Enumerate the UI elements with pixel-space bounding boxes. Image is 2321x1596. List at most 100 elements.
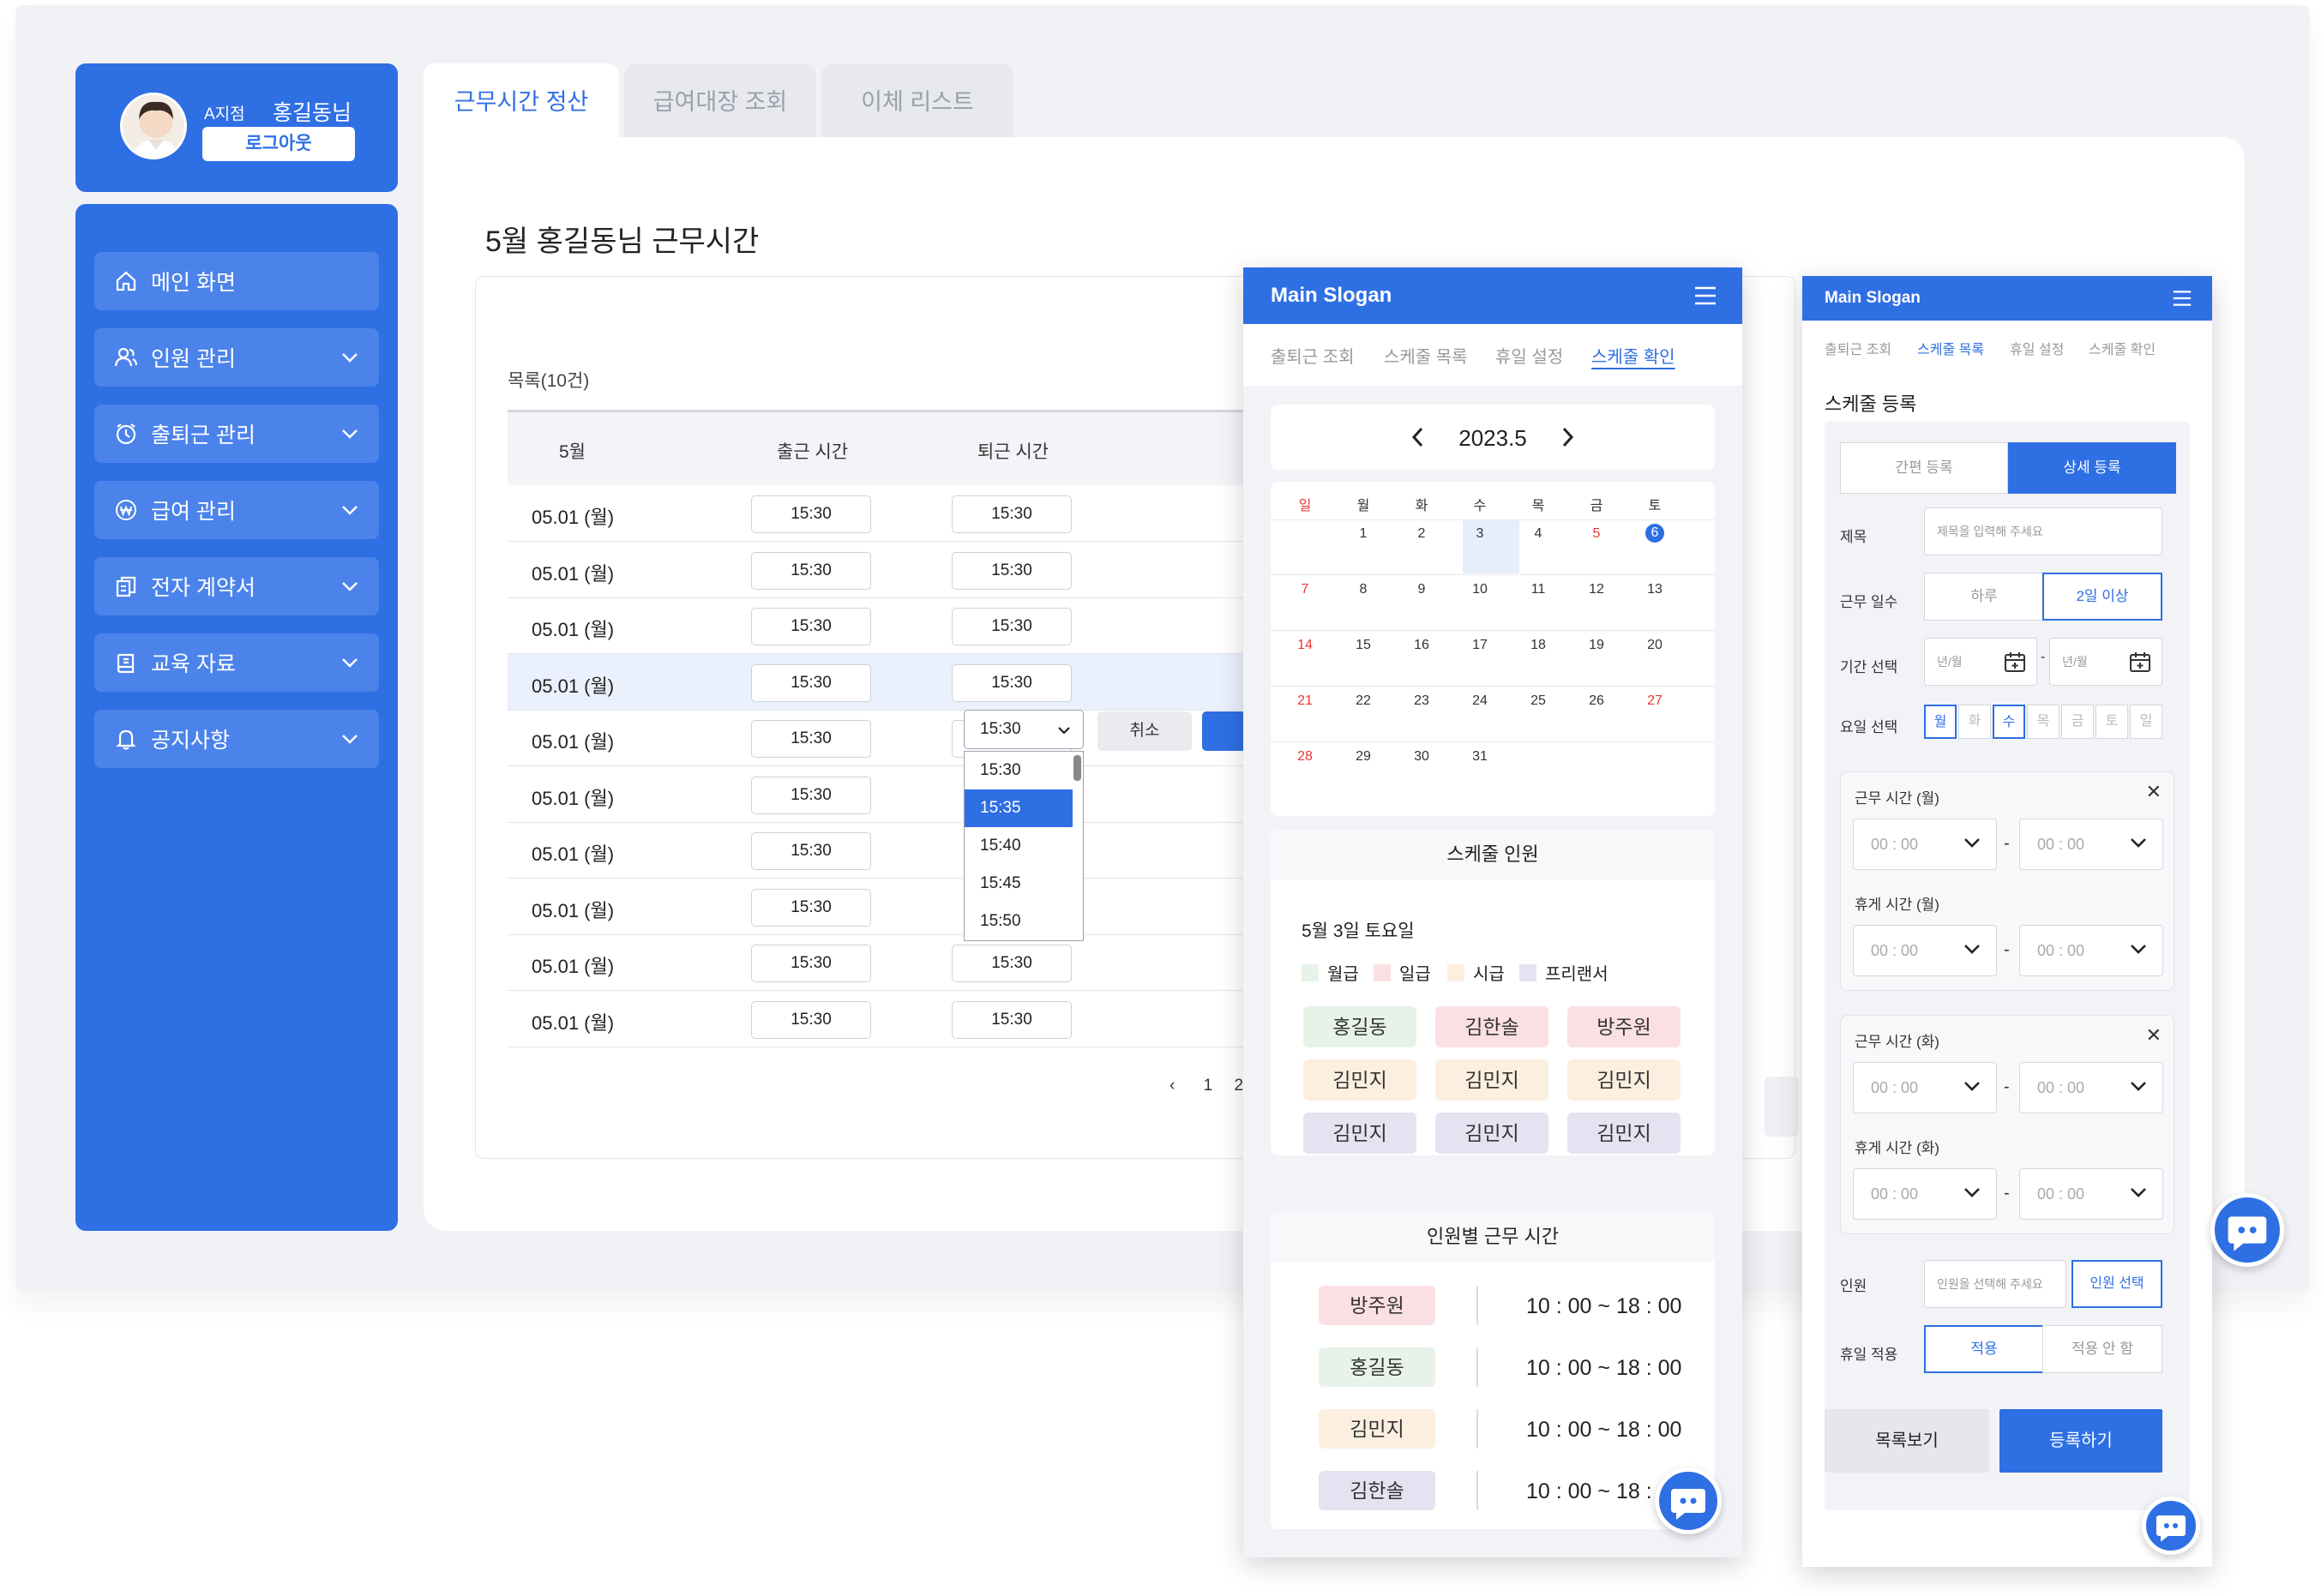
period-start-input[interactable]: 년/월 xyxy=(1924,638,2037,686)
holiday-skip-option[interactable]: 적용 안 함 xyxy=(2042,1325,2162,1373)
calendar-day[interactable]: 17 xyxy=(1454,638,1506,653)
staff-chip[interactable]: 홍길동 xyxy=(1303,1006,1416,1047)
calendar-day[interactable]: 10 xyxy=(1454,582,1506,597)
calendar-day[interactable]: 1 xyxy=(1338,526,1389,542)
staff-chip[interactable]: 김민지 xyxy=(1303,1059,1416,1101)
tab-holiday[interactable]: 휴일 설정 xyxy=(1495,343,1563,368)
tab-worktime-settlement[interactable]: 근무시간 정산 xyxy=(424,63,619,141)
dropdown-option[interactable]: 15:50 xyxy=(965,903,1073,940)
calendar-day[interactable]: 18 xyxy=(1512,638,1564,653)
calendar-day[interactable]: 3 xyxy=(1454,526,1506,542)
in-time-input[interactable]: 15:30 xyxy=(751,888,871,927)
period-end-input[interactable]: 년/월 xyxy=(2049,638,2162,686)
sidebar-item-staff[interactable]: 인원 관리 xyxy=(94,328,379,387)
out-time-input[interactable]: 15:30 xyxy=(952,495,1072,533)
staff-select-button[interactable]: 인원 선택 xyxy=(2071,1260,2162,1308)
tab-transfer-list[interactable]: 이체 리스트 xyxy=(821,63,1013,141)
simple-register-tab[interactable]: 간편 등록 xyxy=(1840,442,2008,494)
sidebar-item-education[interactable]: 교육 자료 xyxy=(94,633,379,692)
scrollbar[interactable] xyxy=(1073,755,1081,781)
calendar-day[interactable]: 14 xyxy=(1279,638,1331,653)
calendar-day[interactable]: 30 xyxy=(1396,749,1447,765)
out-time-input[interactable]: 15:30 xyxy=(952,1000,1072,1039)
in-time-input[interactable]: 15:30 xyxy=(751,495,871,533)
calendar-day[interactable]: 8 xyxy=(1338,582,1389,597)
weekday-sun[interactable]: 일 xyxy=(2130,705,2162,739)
calendar-day[interactable]: 4 xyxy=(1512,526,1564,542)
in-time-input[interactable]: 15:30 xyxy=(751,832,871,870)
submit-button[interactable]: 등록하기 xyxy=(1999,1409,2162,1473)
dropdown-option[interactable]: 15:30 xyxy=(965,752,1073,789)
work-end-select[interactable]: 00 : 00 xyxy=(2019,819,2163,870)
tab-attendance[interactable]: 출퇴근 조회 xyxy=(1271,343,1355,368)
calendar-day[interactable]: 22 xyxy=(1338,693,1389,709)
weekday-thu[interactable]: 목 xyxy=(2027,705,2059,739)
sidebar-item-main[interactable]: 메인 화면 xyxy=(94,252,379,310)
confirm-button[interactable] xyxy=(1202,711,1245,751)
time-select[interactable]: 15:30 xyxy=(964,710,1084,749)
staff-chip[interactable]: 김민지 xyxy=(1567,1113,1681,1154)
work-start-select[interactable]: 00 : 00 xyxy=(1853,1062,1997,1113)
in-time-input[interactable]: 15:30 xyxy=(751,945,871,982)
weekday-tue[interactable]: 화 xyxy=(1958,705,1991,739)
calendar-day-today[interactable]: 6 xyxy=(1645,524,1664,543)
tab-schedule-list[interactable]: 스케줄 목록 xyxy=(1917,338,1984,358)
staff-chip[interactable]: 김민지 xyxy=(1435,1059,1548,1101)
out-time-input[interactable]: 15:30 xyxy=(952,551,1072,590)
weekday-wed[interactable]: 수 xyxy=(1993,705,2025,739)
staff-chip[interactable]: 김한솔 xyxy=(1435,1006,1548,1047)
calendar-day[interactable]: 7 xyxy=(1279,582,1331,597)
title-input[interactable]: 제목을 입력해 주세요 xyxy=(1924,507,2162,555)
sidebar-item-attendance[interactable]: 출퇴근 관리 xyxy=(94,405,379,463)
out-time-input[interactable]: 15:30 xyxy=(952,663,1072,702)
one-day-option[interactable]: 하루 xyxy=(1924,573,2044,621)
work-end-select[interactable]: 00 : 00 xyxy=(2019,1062,2163,1113)
calendar-day[interactable]: 13 xyxy=(1629,582,1681,597)
detail-register-tab[interactable]: 상세 등록 xyxy=(2008,442,2176,494)
calendar-day[interactable]: 15 xyxy=(1338,638,1389,653)
sidebar-item-notice[interactable]: 공지사항 xyxy=(94,710,379,768)
staff-input[interactable]: 인원을 선택해 주세요 xyxy=(1924,1260,2066,1308)
in-time-input[interactable]: 15:30 xyxy=(751,1000,871,1039)
in-time-input[interactable]: 15:30 xyxy=(751,720,871,758)
break-start-select[interactable]: 00 : 00 xyxy=(1853,925,1997,976)
calendar-day[interactable]: 21 xyxy=(1279,693,1331,709)
dropdown-option-selected[interactable]: 15:35 xyxy=(965,789,1073,827)
in-time-input[interactable]: 15:30 xyxy=(751,551,871,590)
calendar-day[interactable]: 12 xyxy=(1571,582,1622,597)
tab-schedule-check[interactable]: 스케줄 확인 xyxy=(1591,343,1675,368)
calendar-day[interactable]: 16 xyxy=(1396,638,1447,653)
prev-page-icon[interactable]: ‹ xyxy=(1170,1077,1175,1095)
tab-holiday[interactable]: 휴일 설정 xyxy=(2010,338,2064,358)
staff-chip[interactable]: 김민지 xyxy=(1435,1113,1548,1154)
menu-icon[interactable] xyxy=(1694,286,1717,305)
holiday-apply-option[interactable]: 적용 xyxy=(1924,1325,2044,1373)
page-number[interactable]: 1 xyxy=(1204,1077,1213,1095)
calendar-day[interactable]: 9 xyxy=(1396,582,1447,597)
page-number[interactable]: 2 xyxy=(1234,1077,1243,1095)
calendar-day[interactable]: 31 xyxy=(1454,749,1506,765)
in-time-input[interactable]: 15:30 xyxy=(751,663,871,702)
work-start-select[interactable]: 00 : 00 xyxy=(1853,819,1997,870)
list-button[interactable]: 목록보기 xyxy=(1825,1409,1989,1473)
calendar-day[interactable]: 23 xyxy=(1396,693,1447,709)
chevron-right-icon[interactable] xyxy=(1560,427,1574,447)
menu-icon[interactable] xyxy=(2173,290,2192,307)
calendar-day[interactable]: 2 xyxy=(1396,526,1447,542)
staff-chip[interactable]: 방주원 xyxy=(1567,1006,1681,1047)
calendar-day[interactable]: 26 xyxy=(1571,693,1622,709)
calendar-day[interactable]: 27 xyxy=(1629,693,1681,709)
break-end-select[interactable]: 00 : 00 xyxy=(2019,925,2163,976)
sidebar-item-contract[interactable]: 전자 계약서 xyxy=(94,557,379,615)
dropdown-option[interactable]: 15:40 xyxy=(965,827,1073,865)
calendar-day[interactable]: 19 xyxy=(1571,638,1622,653)
tab-schedule-list[interactable]: 스케줄 목록 xyxy=(1384,343,1468,368)
tab-attendance[interactable]: 출퇴근 조회 xyxy=(1825,338,1891,358)
calendar-day[interactable]: 25 xyxy=(1512,693,1564,709)
tab-payroll-ledger[interactable]: 급여대장 조회 xyxy=(624,63,816,141)
multi-day-option[interactable]: 2일 이상 xyxy=(2042,573,2162,621)
weekday-mon[interactable]: 월 xyxy=(1924,705,1957,739)
calendar-day[interactable]: 20 xyxy=(1629,638,1681,653)
close-icon[interactable]: ✕ xyxy=(2146,1024,2162,1047)
out-time-input[interactable]: 15:30 xyxy=(952,945,1072,982)
